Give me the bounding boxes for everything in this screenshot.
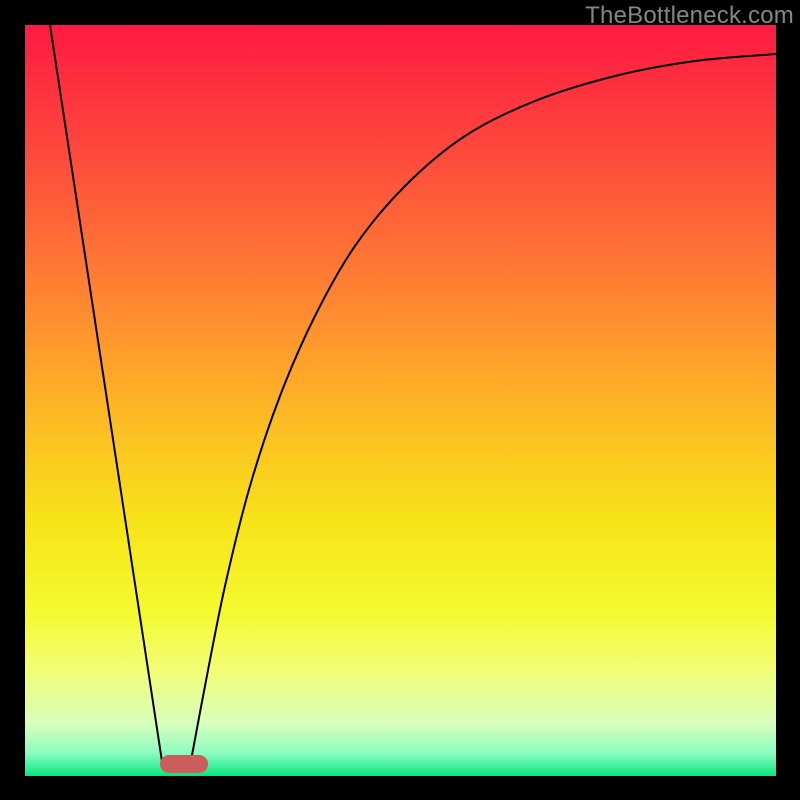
- watermark-text: TheBottleneck.com: [585, 2, 794, 30]
- chart-frame: TheBottleneck.com: [0, 0, 800, 800]
- optimal-marker: [160, 755, 208, 773]
- curve-layer: [25, 25, 776, 776]
- bottleneck-curve: [50, 25, 776, 768]
- plot-area: [25, 25, 776, 776]
